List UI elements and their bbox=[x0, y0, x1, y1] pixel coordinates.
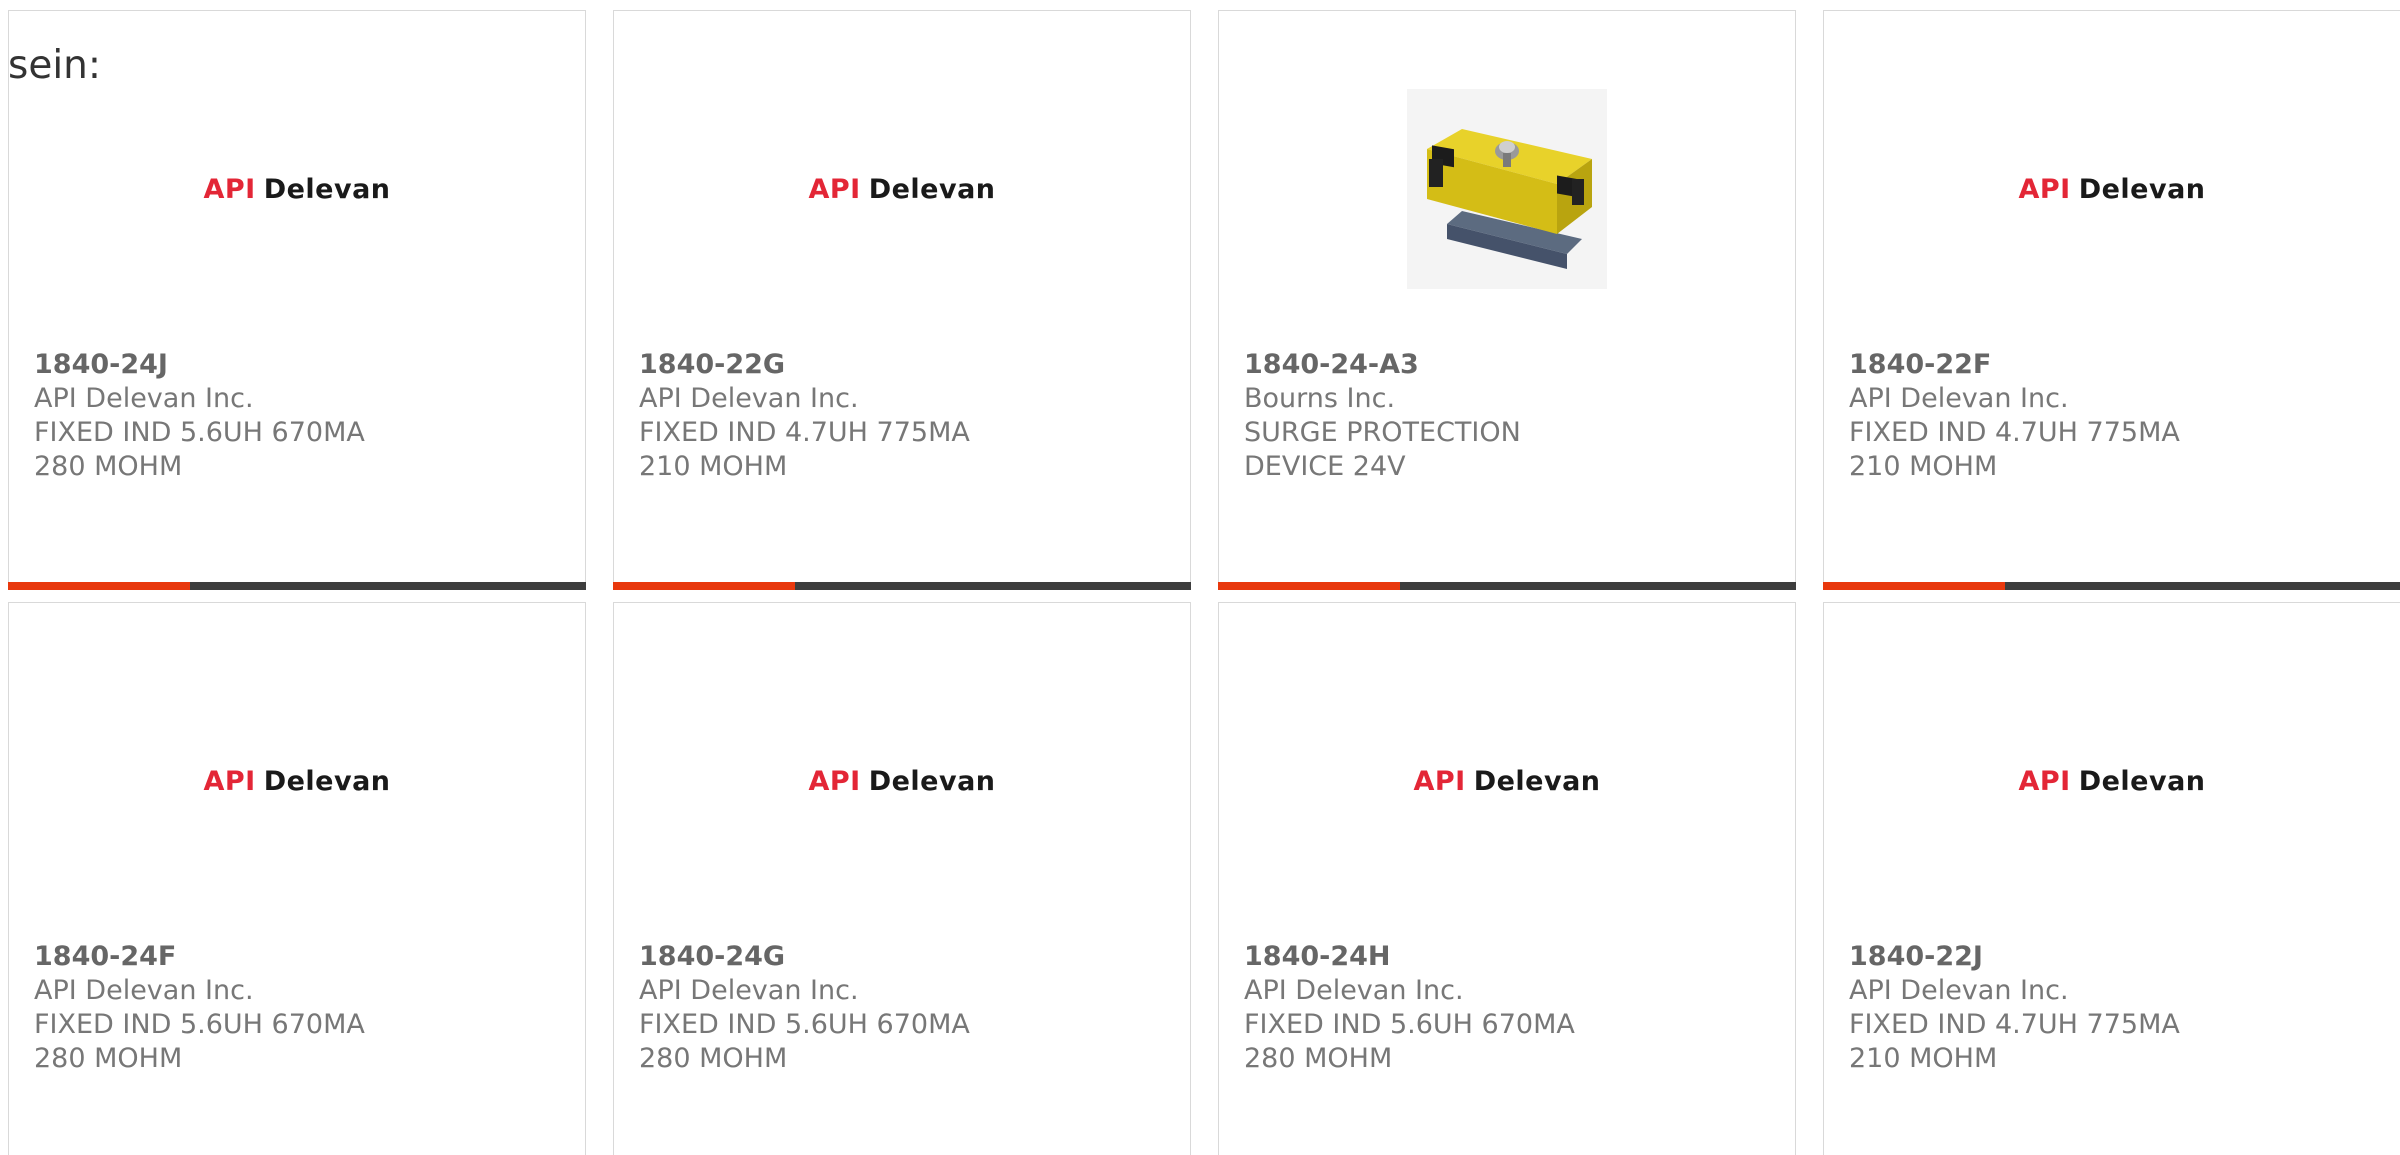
card-footer-bar bbox=[1823, 582, 2400, 590]
card-footer-accent bbox=[1823, 582, 2005, 590]
product-image[interactable]: API Delevan bbox=[1824, 71, 2400, 307]
product-card[interactable]: API Delevan 1840-24G API Delevan Inc. FIXED … bbox=[613, 602, 1191, 1155]
product-image[interactable]: API Delevan bbox=[1219, 663, 1795, 899]
product-card[interactable]: API Delevan 1840-24H API Delevan Inc. FIXED … bbox=[1218, 602, 1796, 1155]
logo-brand-b: Delevan bbox=[868, 765, 996, 797]
api-delevan-logo: API Delevan bbox=[808, 174, 995, 205]
product-card[interactable]: API Delevan 1840-22G API Delevan Inc. FIXED … bbox=[613, 10, 1191, 590]
part-number-link[interactable]: 1840-24F bbox=[34, 940, 414, 974]
manufacturer-name: API Delevan Inc. bbox=[1849, 975, 2069, 1006]
logo-brand-a: API bbox=[1413, 765, 1466, 797]
manufacturer-name: API Delevan Inc. bbox=[1244, 975, 1464, 1006]
logo-brand-b: Delevan bbox=[1473, 765, 1601, 797]
product-info: 1840-24J API Delevan Inc. FIXED IND 5.6UH … bbox=[34, 348, 414, 484]
part-number-link[interactable]: 1840-22G bbox=[639, 348, 1019, 382]
logo-brand-b: Delevan bbox=[868, 173, 996, 205]
part-number-link[interactable]: 1840-24-A3 bbox=[1244, 348, 1624, 382]
manufacturer-name: API Delevan Inc. bbox=[1849, 383, 2069, 414]
manufacturer-name: API Delevan Inc. bbox=[34, 975, 254, 1006]
logo-brand-a: API bbox=[2018, 765, 2071, 797]
surge-protector-photo-icon bbox=[1407, 89, 1607, 289]
api-delevan-logo: API Delevan bbox=[808, 766, 995, 797]
product-description: FIXED IND 5.6UH 670MA 280 MOHM bbox=[639, 1009, 970, 1074]
logo-brand-b: Delevan bbox=[2078, 173, 2206, 205]
card-footer-bar bbox=[8, 582, 586, 590]
product-description: FIXED IND 4.7UH 775MA 210 MOHM bbox=[1849, 1009, 2180, 1074]
product-description: FIXED IND 5.6UH 670MA 280 MOHM bbox=[1244, 1009, 1575, 1074]
logo-brand-b: Delevan bbox=[263, 765, 391, 797]
card-footer-accent bbox=[8, 582, 190, 590]
product-image[interactable]: API Delevan bbox=[614, 663, 1190, 899]
api-delevan-logo: API Delevan bbox=[2018, 174, 2205, 205]
logo-brand-a: API bbox=[2018, 173, 2071, 205]
api-delevan-logo: API Delevan bbox=[2018, 766, 2205, 797]
product-image[interactable]: API Delevan bbox=[614, 71, 1190, 307]
product-image[interactable]: API Delevan bbox=[1824, 663, 2400, 899]
part-number-link[interactable]: 1840-24H bbox=[1244, 940, 1624, 974]
manufacturer-name: API Delevan Inc. bbox=[639, 383, 859, 414]
card-footer-bar bbox=[613, 582, 1191, 590]
api-delevan-logo: API Delevan bbox=[203, 766, 390, 797]
page: sein: API Delevan 1840-24J API Delevan Inc.… bbox=[0, 0, 2400, 1155]
api-delevan-logo: API Delevan bbox=[1413, 766, 1600, 797]
logo-brand-b: Delevan bbox=[263, 173, 391, 205]
part-number-link[interactable]: 1840-24G bbox=[639, 940, 1019, 974]
product-description: FIXED IND 5.6UH 670MA 280 MOHM bbox=[34, 1009, 365, 1074]
product-info: 1840-24-A3 Bourns Inc. SURGE PROTECTION DE… bbox=[1244, 348, 1624, 484]
product-card[interactable]: API Delevan 1840-24F API Delevan Inc. FIXED … bbox=[8, 602, 586, 1155]
part-number-link[interactable]: 1840-22F bbox=[1849, 348, 2229, 382]
logo-brand-a: API bbox=[808, 173, 861, 205]
part-number-link[interactable]: 1840-22J bbox=[1849, 940, 2229, 974]
product-card[interactable]: 1840-24-A3 Bourns Inc. SURGE PROTECTION DE… bbox=[1218, 10, 1796, 590]
card-footer-accent bbox=[613, 582, 795, 590]
product-description: SURGE PROTECTION DEVICE 24V bbox=[1244, 417, 1521, 482]
manufacturer-name: Bourns Inc. bbox=[1244, 383, 1396, 414]
product-image[interactable] bbox=[1219, 71, 1795, 307]
part-number-link[interactable]: 1840-24J bbox=[34, 348, 414, 382]
intro-text: sein: bbox=[8, 43, 102, 88]
logo-brand-b: Delevan bbox=[2078, 765, 2206, 797]
product-card[interactable]: API Delevan 1840-22F API Delevan Inc. FIXED … bbox=[1823, 10, 2400, 590]
product-description: FIXED IND 4.7UH 775MA 210 MOHM bbox=[1849, 417, 2180, 482]
product-description: FIXED IND 4.7UH 775MA 210 MOHM bbox=[639, 417, 970, 482]
product-info: 1840-24H API Delevan Inc. FIXED IND 5.6UH … bbox=[1244, 940, 1624, 1076]
product-info: 1840-24G API Delevan Inc. FIXED IND 5.6UH … bbox=[639, 940, 1019, 1076]
logo-brand-a: API bbox=[808, 765, 861, 797]
api-delevan-logo: API Delevan bbox=[203, 174, 390, 205]
logo-brand-a: API bbox=[203, 765, 256, 797]
product-card[interactable]: API Delevan 1840-22J API Delevan Inc. FIXED … bbox=[1823, 602, 2400, 1155]
manufacturer-name: API Delevan Inc. bbox=[639, 975, 859, 1006]
product-grid: API Delevan 1840-24J API Delevan Inc. FIXED … bbox=[8, 10, 2400, 1155]
product-card[interactable]: API Delevan 1840-24J API Delevan Inc. FIXED … bbox=[8, 10, 586, 590]
card-footer-bar bbox=[1218, 582, 1796, 590]
product-image[interactable]: API Delevan bbox=[9, 663, 585, 899]
product-description: FIXED IND 5.6UH 670MA 280 MOHM bbox=[34, 417, 365, 482]
product-info: 1840-22F API Delevan Inc. FIXED IND 4.7UH … bbox=[1849, 348, 2229, 484]
card-footer-accent bbox=[1218, 582, 1400, 590]
logo-brand-a: API bbox=[203, 173, 256, 205]
product-info: 1840-22J API Delevan Inc. FIXED IND 4.7UH … bbox=[1849, 940, 2229, 1076]
product-info: 1840-22G API Delevan Inc. FIXED IND 4.7UH … bbox=[639, 348, 1019, 484]
product-info: 1840-24F API Delevan Inc. FIXED IND 5.6UH … bbox=[34, 940, 414, 1076]
product-image[interactable]: API Delevan bbox=[9, 71, 585, 307]
manufacturer-name: API Delevan Inc. bbox=[34, 383, 254, 414]
